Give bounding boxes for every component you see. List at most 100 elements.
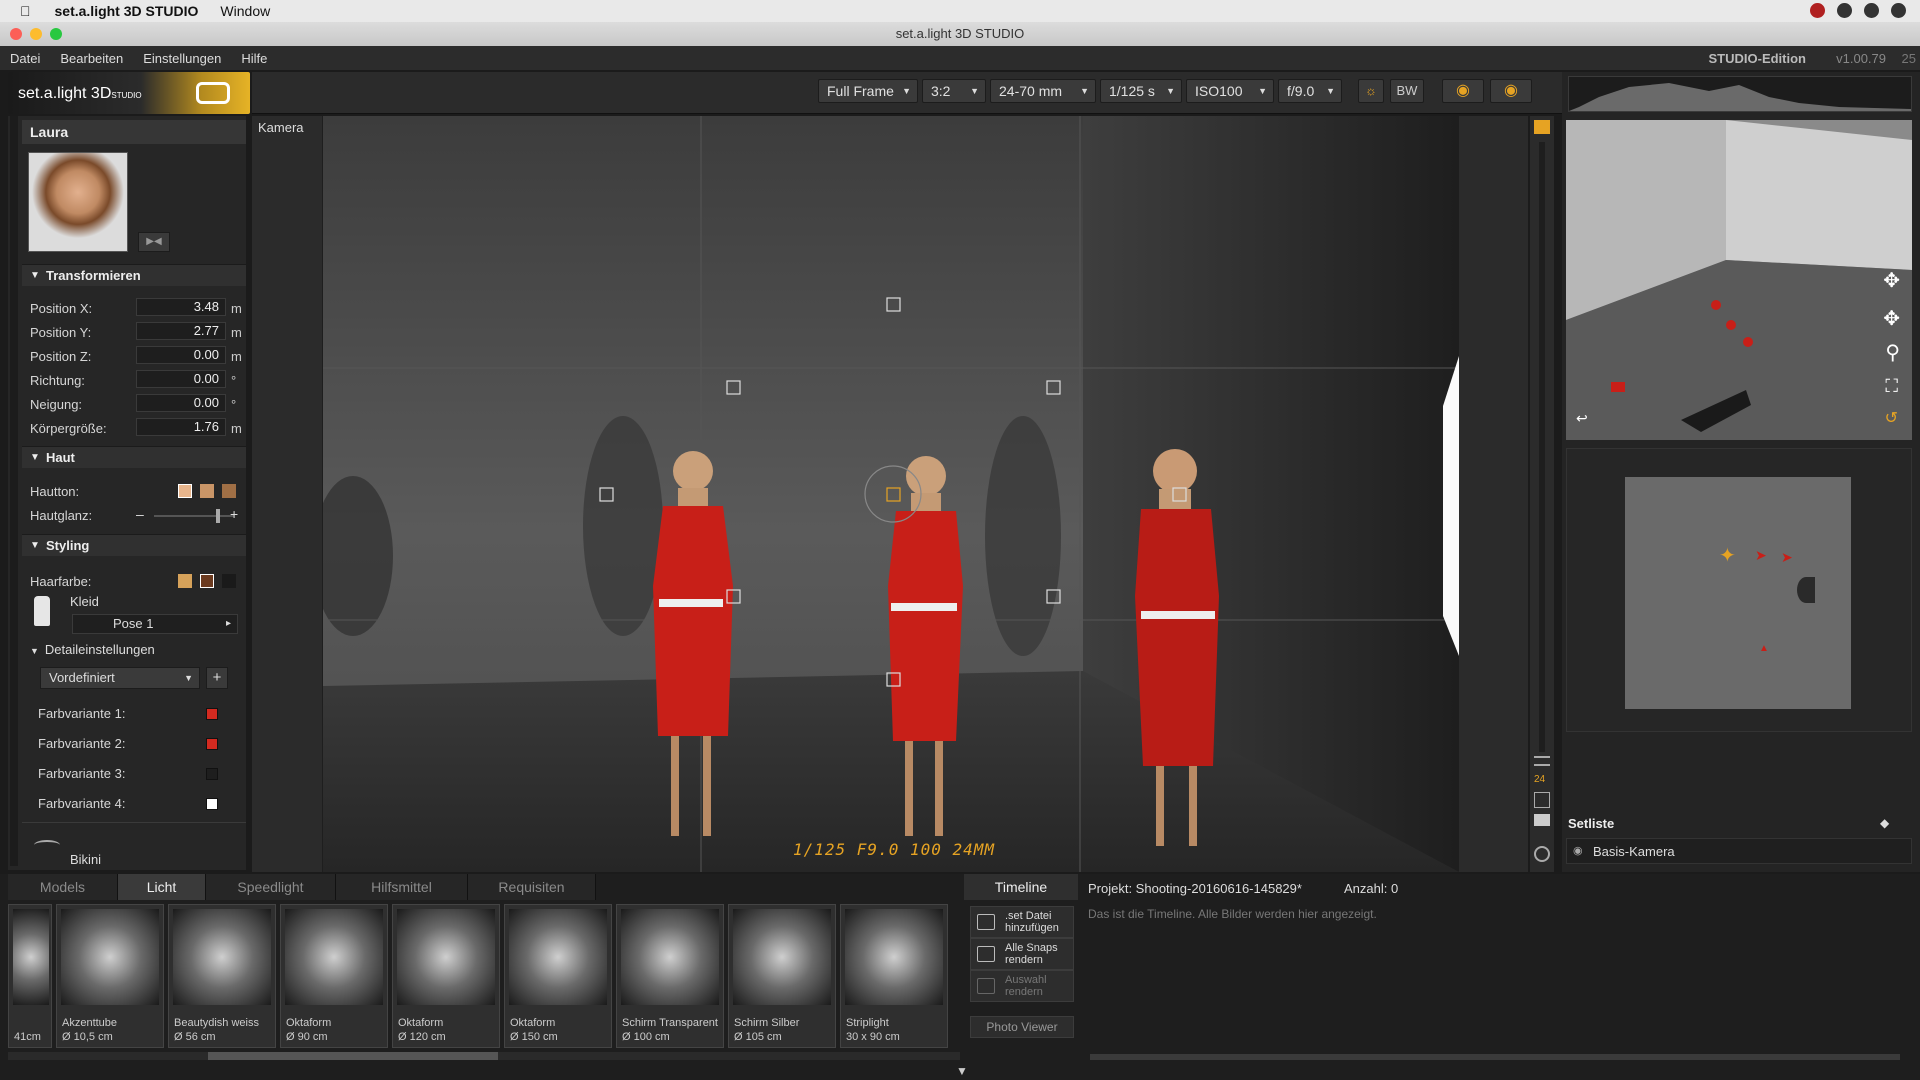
tab-requisiten[interactable]: Requisiten [468,874,596,900]
skin-gloss-slider[interactable] [154,509,234,523]
light-thumb[interactable]: Oktaform Ø 150 cm [504,904,612,1048]
zoom-slider[interactable] [1539,142,1545,752]
close-window-button[interactable] [10,28,22,40]
warning-icon[interactable] [1534,120,1550,134]
fit-view-icon[interactable]: ⛶ [1885,376,1898,397]
drive-icon[interactable] [1864,3,1879,18]
3d-overview[interactable]: ✥ ✥ ⚲ ⛶ ↺ ↩ [1566,120,1912,440]
tab-models[interactable]: Models [8,874,118,900]
pose-dropdown[interactable]: Pose 1 ▸ [72,614,238,634]
apple-icon[interactable]:  [20,3,31,19]
orbit-icon[interactable]: ✥ [1883,268,1900,293]
render-all-snaps-button[interactable]: Alle Snaps rendern [970,938,1074,970]
light-thumb[interactable]: Striplight 30 x 90 cm [840,904,948,1048]
eye-icon[interactable]: ◉ [1573,844,1583,857]
tab-hilfsmittel[interactable]: Hilfsmittel [336,874,468,900]
position-x-field[interactable]: 3.48 [136,298,226,316]
add-set-file-button[interactable]: .set Datei hinzufügen [970,906,1074,938]
thumbs-scrollbar[interactable] [8,1052,960,1060]
scrollbar-thumb[interactable] [208,1052,498,1060]
render-camera-button[interactable]: ◉ [1490,79,1532,103]
dropbox-icon[interactable] [1837,3,1852,18]
iso-dropdown[interactable]: ISO100 ▼ [1186,79,1274,103]
light-thumb-image [13,909,49,1005]
snapshot-camera-button[interactable]: ◉ [1442,79,1484,103]
body-height-field[interactable]: 1.76 [136,418,226,436]
preset-dropdown[interactable]: Vordefiniert ▼ [40,667,200,689]
aperture-dropdown[interactable]: f/9.0 ▼ [1278,79,1342,103]
top-view-map[interactable]: ✦ ➤ ➤ ▲ [1566,448,1912,732]
minus-icon[interactable]: – [136,506,144,522]
color-variant-3-swatch[interactable] [206,768,218,780]
tab-speedlight[interactable]: Speedlight [206,874,336,900]
collapse-panel-icon[interactable]: ▼ [950,1065,974,1077]
direction-field[interactable]: 0.00 [136,370,226,388]
render-selection-button[interactable]: Auswahl rendern [970,970,1074,1002]
bw-button[interactable]: BW [1390,79,1424,103]
hair-color-swatch[interactable] [178,574,192,588]
frame-icon[interactable] [1534,814,1550,826]
tilt-field[interactable]: 0.00 [136,394,226,412]
menu-datei[interactable]: Datei [10,51,40,66]
window-menu[interactable]: Window [220,3,270,19]
position-z-field[interactable]: 0.00 [136,346,226,364]
model-avatar[interactable] [28,152,128,252]
skin-tone-swatch[interactable] [222,484,236,498]
app-name-menu[interactable]: set.a.light 3D STUDIO [55,3,199,19]
section-styling[interactable]: ▼ Styling [22,534,246,556]
detail-settings-toggle[interactable]: ▼ Detaileinstellungen [30,642,155,657]
chevron-down-icon: ▼ [1326,86,1335,96]
reset-view-icon[interactable]: ↺ [1885,408,1898,428]
menu-icon[interactable] [1534,756,1550,766]
slider-thumb[interactable] [216,509,221,523]
color-variant-1-swatch[interactable] [206,708,218,720]
setliste-row[interactable]: ◉ Basis-Kamera [1566,838,1912,864]
light-thumb[interactable]: Akzenttube Ø 10,5 cm [56,904,164,1048]
add-preset-button[interactable]: + [206,667,228,689]
minimize-window-button[interactable] [30,28,42,40]
upload-icon[interactable] [1891,3,1906,18]
lock-icon[interactable]: ◆ [1880,816,1889,830]
hair-color-swatch[interactable] [222,574,236,588]
light-thumb[interactable]: 41cm [8,904,52,1048]
light-thumb[interactable]: Oktaform Ø 90 cm [280,904,388,1048]
menu-hilfe[interactable]: Hilfe [241,51,267,66]
maximize-window-button[interactable] [50,28,62,40]
light-thumb[interactable]: Schirm Transparent Ø 100 cm [616,904,724,1048]
menu-bearbeiten[interactable]: Bearbeiten [60,51,123,66]
plus-icon[interactable]: + [230,506,238,522]
bikini-item-label[interactable]: Bikini [70,852,101,867]
position-y-field[interactable]: 2.77 [136,322,226,340]
color-variant-2-swatch[interactable] [206,738,218,750]
record-icon[interactable] [1810,3,1825,18]
zoom-icon[interactable]: ⚲ [1885,340,1900,365]
hair-color-swatch[interactable] [200,574,214,588]
undo-view-icon[interactable]: ↩ [1576,410,1588,427]
tab-licht[interactable]: Licht [118,874,206,900]
skin-tone-swatch[interactable] [200,484,214,498]
light-thumb[interactable]: Oktaform Ø 120 cm [392,904,500,1048]
photo-viewer-button[interactable]: Photo Viewer [970,1016,1074,1038]
lens-dropdown[interactable]: 24-70 mm ▼ [990,79,1096,103]
left-scrollbar[interactable] [10,116,18,866]
navigation-icon[interactable] [1534,846,1550,862]
grid-icon[interactable] [1534,792,1550,808]
framerate-icon[interactable]: 24 [1534,774,1545,785]
shutter-dropdown[interactable]: 1/125 s ▼ [1100,79,1182,103]
status-tray [1810,3,1906,18]
light-thumb[interactable]: Beautydish weiss Ø 56 cm [168,904,276,1048]
timeline-scrollbar[interactable] [1090,1054,1900,1060]
section-skin[interactable]: ▼ Haut [22,446,246,468]
menu-einstellungen[interactable]: Einstellungen [143,51,221,66]
pan-icon[interactable]: ✥ [1883,306,1900,331]
section-transform[interactable]: ▼ Transformieren [22,264,246,286]
skin-tone-swatch[interactable] [178,484,192,498]
light-thumb[interactable]: Schirm Silber Ø 105 cm [728,904,836,1048]
timeline-tab[interactable]: Timeline [964,874,1078,900]
color-variant-4-swatch[interactable] [206,798,218,810]
sensor-dropdown[interactable]: Full Frame ▼ [818,79,918,103]
white-balance-button[interactable]: ☼ [1358,79,1384,103]
camera-viewport[interactable]: 1/125 F9.0 100 24MM [323,116,1459,872]
aspect-dropdown[interactable]: 3:2 ▼ [922,79,986,103]
swap-model-button[interactable]: ▶◀ [138,232,170,252]
